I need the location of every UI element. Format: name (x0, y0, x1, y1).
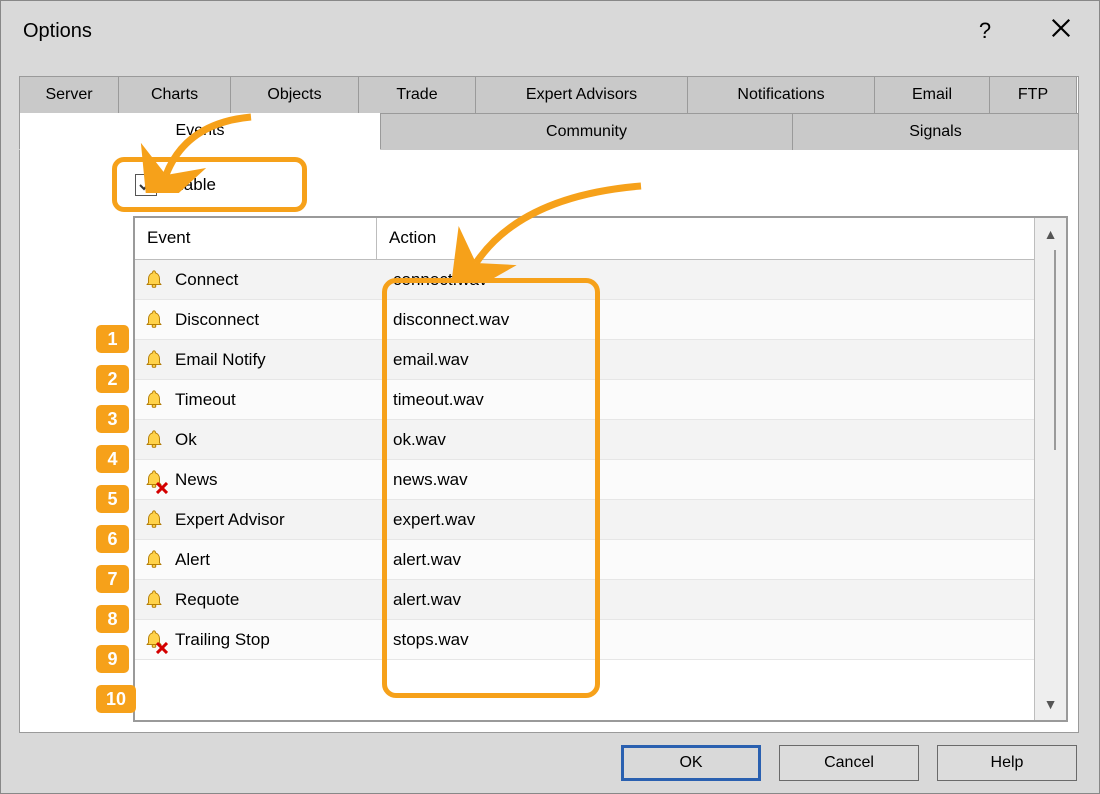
event-name: News (175, 470, 218, 490)
event-cell: Timeout (135, 389, 377, 411)
event-name: Email Notify (175, 350, 266, 370)
tab-server[interactable]: Server (19, 76, 119, 113)
table-body: Connect connect.wav Disconnect disconnect.w… (135, 260, 1034, 720)
scroll-up-icon[interactable]: ▲ (1035, 218, 1067, 250)
event-cell: Trailing Stop (135, 629, 377, 651)
cancel-button[interactable]: Cancel (779, 745, 919, 781)
event-name: Trailing Stop (175, 630, 270, 650)
bell-muted-icon[interactable] (143, 629, 165, 651)
event-name: Requote (175, 590, 239, 610)
bell-muted-icon[interactable] (143, 469, 165, 491)
bell-icon[interactable] (143, 509, 165, 531)
tab-expert-advisors[interactable]: Expert Advisors (476, 76, 688, 113)
bell-icon[interactable] (143, 309, 165, 331)
event-name: Ok (175, 430, 197, 450)
event-name: Timeout (175, 390, 236, 410)
ok-button[interactable]: OK (621, 745, 761, 781)
action-cell[interactable]: ok.wav (377, 430, 1034, 450)
event-cell: Alert (135, 549, 377, 571)
event-name: Connect (175, 270, 238, 290)
action-cell[interactable]: connect.wav (377, 270, 1034, 290)
tab-notifications[interactable]: Notifications (688, 76, 875, 113)
annotation-badge: 9 (96, 645, 129, 673)
action-cell[interactable]: alert.wav (377, 550, 1034, 570)
titlebar: Options ? (1, 1, 1099, 61)
table-header: Event Action (135, 218, 1066, 260)
tab-email[interactable]: Email (875, 76, 990, 113)
enable-label: Enable (163, 175, 216, 195)
scroll-down-icon[interactable]: ▼ (1035, 688, 1067, 720)
bell-icon[interactable] (143, 589, 165, 611)
help-button[interactable]: Help (937, 745, 1077, 781)
tab-strip: Server Charts Objects Trade Expert Advis… (19, 76, 1079, 150)
annotation-badge: 8 (96, 605, 129, 633)
table-row[interactable]: News news.wav (135, 460, 1034, 500)
event-cell: Disconnect (135, 309, 377, 331)
vertical-scrollbar[interactable]: ▲ ▼ (1034, 218, 1066, 720)
tab-ftp[interactable]: FTP (990, 76, 1077, 113)
annotation-badge: 3 (96, 405, 129, 433)
action-cell[interactable]: disconnect.wav (377, 310, 1034, 330)
table-row[interactable]: Timeout timeout.wav (135, 380, 1034, 420)
tab-charts[interactable]: Charts (119, 76, 231, 113)
event-cell: Ok (135, 429, 377, 451)
table-row[interactable]: Trailing Stop stops.wav (135, 620, 1034, 660)
annotation-badge: 1 (96, 325, 129, 353)
tab-trade[interactable]: Trade (359, 76, 476, 113)
action-cell[interactable]: news.wav (377, 470, 1034, 490)
window-title: Options (23, 20, 92, 43)
annotation-badge: 7 (96, 565, 129, 593)
column-header-event[interactable]: Event (135, 218, 377, 259)
bell-icon[interactable] (143, 389, 165, 411)
close-icon[interactable] (1037, 17, 1085, 45)
column-header-action[interactable]: Action (377, 218, 1066, 259)
annotation-badge: 10 (96, 685, 136, 713)
scroll-thumb[interactable] (1054, 250, 1056, 450)
event-cell: Expert Advisor (135, 509, 377, 531)
event-cell: Email Notify (135, 349, 377, 371)
annotation-badge: 6 (96, 525, 129, 553)
events-panel: Enable Event Action Connect connect.wav Di… (20, 151, 1078, 732)
event-cell: News (135, 469, 377, 491)
table-row[interactable]: Email Notify email.wav (135, 340, 1034, 380)
dialog-buttons: OK Cancel Help (621, 745, 1077, 781)
bell-icon[interactable] (143, 269, 165, 291)
enable-highlight: Enable (112, 157, 307, 212)
enable-checkbox[interactable] (135, 174, 157, 196)
bell-icon[interactable] (143, 549, 165, 571)
event-name: Disconnect (175, 310, 259, 330)
events-table: Event Action Connect connect.wav Disconnec… (133, 216, 1068, 722)
tab-signals[interactable]: Signals (793, 113, 1079, 150)
action-cell[interactable]: timeout.wav (377, 390, 1034, 410)
titlebar-help-icon[interactable]: ? (961, 18, 1009, 44)
tab-events[interactable]: Events (19, 113, 381, 150)
event-cell: Requote (135, 589, 377, 611)
options-dialog: Options ? Server Charts Objects Trade Ex… (0, 0, 1100, 794)
event-name: Alert (175, 550, 210, 570)
table-row[interactable]: Requote alert.wav (135, 580, 1034, 620)
annotation-badge: 2 (96, 365, 129, 393)
table-row[interactable]: Connect connect.wav (135, 260, 1034, 300)
bell-icon[interactable] (143, 349, 165, 371)
table-row[interactable]: Expert Advisor expert.wav (135, 500, 1034, 540)
bell-icon[interactable] (143, 429, 165, 451)
table-row[interactable]: Disconnect disconnect.wav (135, 300, 1034, 340)
action-cell[interactable]: stops.wav (377, 630, 1034, 650)
event-cell: Connect (135, 269, 377, 291)
annotation-badge: 4 (96, 445, 129, 473)
action-cell[interactable]: alert.wav (377, 590, 1034, 610)
action-cell[interactable]: expert.wav (377, 510, 1034, 530)
annotation-badge: 5 (96, 485, 129, 513)
action-cell[interactable]: email.wav (377, 350, 1034, 370)
event-name: Expert Advisor (175, 510, 285, 530)
table-row[interactable]: Ok ok.wav (135, 420, 1034, 460)
tab-community[interactable]: Community (381, 113, 793, 150)
table-row[interactable]: Alert alert.wav (135, 540, 1034, 580)
tab-objects[interactable]: Objects (231, 76, 359, 113)
